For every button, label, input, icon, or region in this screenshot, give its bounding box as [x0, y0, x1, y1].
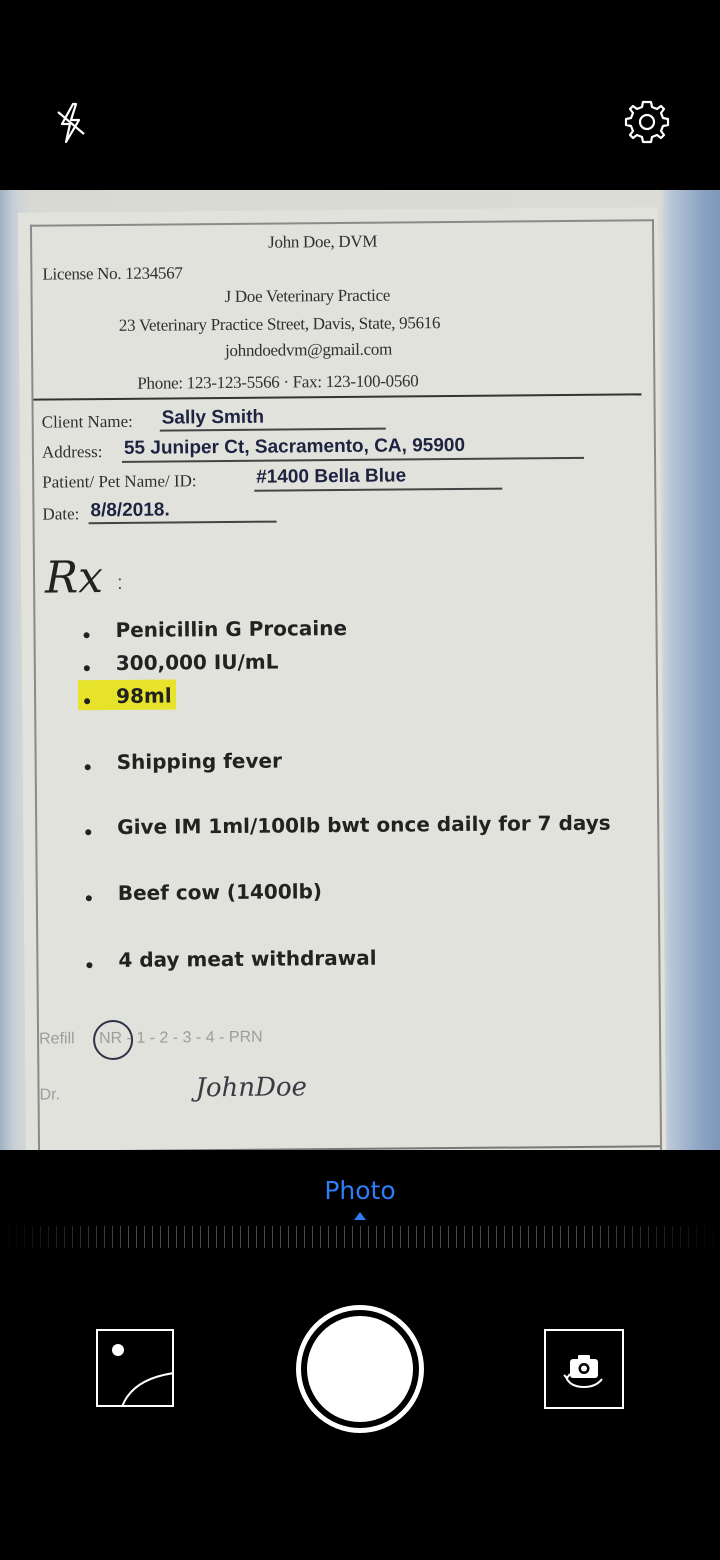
rx-symbol: Rx: [44, 552, 104, 604]
doctor-name: John Doe, DVM: [268, 231, 378, 252]
practice-address: 23 Veterinary Practice Street, Davis, St…: [118, 313, 441, 335]
practice-name: J Doe Veterinary Practice: [224, 285, 391, 307]
switch-camera-icon: [563, 1355, 603, 1389]
camera-controls: Photo: [0, 1150, 720, 1560]
refill-label: Refill: [39, 1030, 75, 1048]
patient-value: #1400 Bella Blue: [256, 465, 407, 488]
shutter-inner: [307, 1316, 413, 1422]
refill-options: NR - 1 - 2 - 3 - 4 - PRN: [99, 1028, 263, 1048]
rx-item-animal: Beef cow (1400lb): [117, 879, 323, 905]
mode-photo[interactable]: Photo: [0, 1176, 720, 1205]
switch-camera-button[interactable]: [544, 1329, 624, 1409]
client-name-label: Client Name:: [41, 411, 133, 432]
gallery-button[interactable]: [96, 1329, 175, 1408]
rx-item-concentration: 300,000 IU/mL: [115, 649, 279, 675]
rx-colon: :: [117, 571, 123, 594]
dr-label: Dr.: [39, 1086, 61, 1104]
signature: JohnDoe: [195, 1072, 308, 1104]
rx-item-indication: Shipping fever: [116, 748, 282, 774]
flash-off-icon[interactable]: [46, 98, 96, 148]
date-value: 8/8/2018.: [90, 499, 170, 522]
bullet: [85, 829, 92, 836]
bullet: [84, 764, 91, 771]
client-name-value: Sally Smith: [161, 406, 265, 429]
practice-email: johndoedvm@gmail.com: [224, 339, 393, 361]
address-value: 55 Juniper Ct, Sacramento, CA, 95900: [123, 434, 466, 459]
zoom-ruler-fade: [0, 1226, 720, 1248]
shutter-button[interactable]: [296, 1305, 424, 1433]
camera-viewfinder[interactable]: John Doe, DVM License No. 1234567 J Doe …: [0, 190, 720, 1150]
rx-item-drug: Penicillin G Procaine: [115, 615, 348, 642]
gallery-thumbnail-icon: [112, 1344, 175, 1408]
phone-fax: Phone: 123-123-5566 · Fax: 123-100-0560: [137, 371, 419, 393]
rx-item-volume: 98ml: [115, 683, 172, 708]
bullet: [83, 632, 90, 639]
prescription-document: John Doe, DVM License No. 1234567 J Doe …: [17, 207, 667, 1150]
rx-item-dosage: Give IM 1ml/100lb bwt once daily for 7 d…: [117, 810, 611, 839]
date-label: Date:: [42, 504, 80, 524]
mode-indicator-caret: [354, 1212, 366, 1220]
rx-item-withdrawal: 4 day meat withdrawal: [118, 945, 377, 972]
bullet: [85, 895, 92, 902]
bullet: [86, 962, 93, 969]
license-number: License No. 1234567: [42, 263, 183, 284]
gear-icon[interactable]: [622, 97, 672, 147]
bullet: [83, 665, 90, 672]
patient-label: Patient/ Pet Name/ ID:: [42, 471, 197, 492]
bullet: [84, 698, 91, 705]
address-label: Address:: [41, 442, 103, 462]
camera-top-bar: [0, 0, 720, 190]
